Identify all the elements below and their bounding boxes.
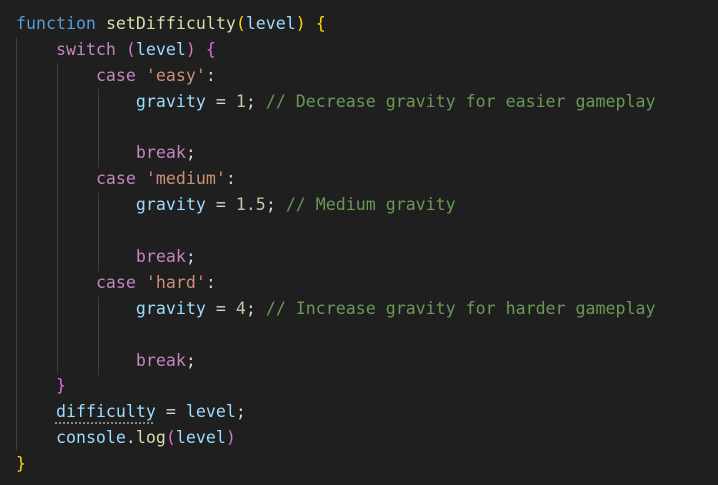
code-line-6: break; <box>135 143 196 163</box>
token-assign-value: level <box>185 402 236 422</box>
token-paren-close: ) <box>185 39 196 59</box>
token-case-keyword: case <box>95 169 136 189</box>
code-line-17: console.log(level) <box>55 428 236 448</box>
token-break-keyword: break <box>135 350 186 370</box>
token-switch-arg: level <box>135 39 186 59</box>
token-console-object: console <box>55 428 126 448</box>
code-line-15: } <box>16 373 655 399</box>
token-gravity-var: gravity <box>135 195 206 215</box>
code-line-3: case 'easy': <box>95 65 216 85</box>
token-gravity-value: 1.5 <box>235 195 266 215</box>
token-log-method: log <box>135 428 166 448</box>
token-case-keyword: case <box>95 272 136 292</box>
code-line-16: difficulty = level; <box>55 402 246 422</box>
code-editor[interactable]: function setDifficulty(level) { switch (… <box>0 0 718 485</box>
code-line-1: function setDifficulty(level) { <box>16 11 655 37</box>
token-log-arg: level <box>175 428 226 448</box>
token-brace-close: } <box>16 454 26 474</box>
code-line-7: case 'medium': <box>95 169 236 189</box>
token-case-label: 'hard' <box>145 272 206 292</box>
code-line-12: gravity = 4; // Increase gravity for har… <box>135 298 656 318</box>
token-brace-open: { <box>315 14 326 33</box>
code-content: function setDifficulty(level) { switch (… <box>16 11 655 477</box>
code-line-18: } <box>16 451 655 477</box>
token-break-keyword: break <box>135 143 186 163</box>
token-param: level <box>245 14 296 33</box>
token-case-label: 'easy' <box>145 65 206 85</box>
token-gravity-var: gravity <box>135 298 206 318</box>
token-break-keyword: break <box>135 247 186 267</box>
token-case-keyword: case <box>95 65 136 85</box>
token-paren-open: ( <box>165 428 176 448</box>
token-case-label: 'medium' <box>145 169 226 189</box>
code-line-14: break; <box>135 350 196 370</box>
token-switch-keyword: switch <box>55 39 116 59</box>
token-function-keyword: function <box>16 14 96 33</box>
token-comment: // Medium gravity <box>285 195 456 215</box>
code-line-8: gravity = 1.5; // Medium gravity <box>135 195 456 215</box>
token-difficulty-var: difficulty <box>55 402 156 422</box>
token-comment: // Decrease gravity for easier gameplay <box>265 91 656 111</box>
token-paren-open: ( <box>125 39 136 59</box>
token-comment: // Increase gravity for harder gameplay <box>265 298 656 318</box>
token-paren-close: ) <box>225 428 236 448</box>
token-brace-open: { <box>205 39 216 59</box>
code-line-2: switch (level) { <box>16 37 655 63</box>
code-line-11: case 'hard': <box>95 272 216 292</box>
code-line-4: gravity = 1; // Decrease gravity for eas… <box>135 91 656 111</box>
token-gravity-value: 4 <box>235 298 246 318</box>
token-paren-open: ( <box>235 14 246 33</box>
token-paren-close: ) <box>295 14 306 33</box>
token-brace-close: } <box>55 376 66 396</box>
token-gravity-value: 1 <box>235 91 246 111</box>
token-gravity-var: gravity <box>135 91 206 111</box>
token-function-name: setDifficulty <box>105 14 236 33</box>
code-line-10: break; <box>135 247 196 267</box>
